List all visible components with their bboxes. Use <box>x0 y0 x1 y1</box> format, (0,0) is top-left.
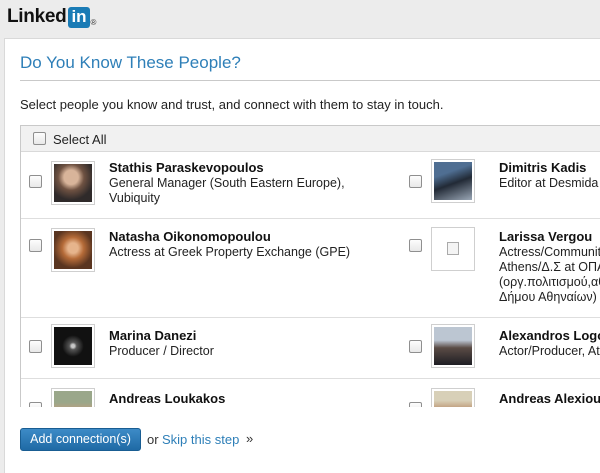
person-title-line: (οργ.πολιτισμού,αθ <box>499 275 600 289</box>
connect-panel: Do You Know These People? Select people … <box>4 38 600 473</box>
title-divider <box>20 80 600 81</box>
person-title-line: Actor/Producer, Ath <box>499 344 600 358</box>
person-card: Alexandros Logot Actor/Producer, Ath <box>401 319 600 378</box>
person-row: Natasha Oikonomopoulou Actress at Greek … <box>21 220 600 318</box>
profile-photo[interactable] <box>51 161 95 205</box>
person-checkbox[interactable] <box>409 340 422 353</box>
person-name[interactable]: Marina Danezi <box>109 328 196 343</box>
person-name[interactable]: Larissa Vergou <box>499 229 592 244</box>
person-title-line: Producer / Director <box>109 344 214 358</box>
person-name[interactable]: Alexandros Logot <box>499 328 600 343</box>
person-name[interactable]: Andreas Loukakos <box>109 391 225 406</box>
profile-photo[interactable] <box>431 227 475 271</box>
person-name[interactable]: Natasha Oikonomopoulou <box>109 229 271 244</box>
select-all-bar: Select All <box>21 126 600 152</box>
raquo-icon: » <box>246 431 254 446</box>
registered-mark: ® <box>90 17 97 27</box>
person-title-line: Δήμου Αθηναίων) <box>499 290 597 304</box>
profile-photo[interactable] <box>51 228 95 272</box>
page-title: Do You Know These People? <box>20 53 241 72</box>
logo-in-box: in <box>68 6 90 28</box>
person-row: Andreas Loukakos Andreas Alexiou <box>21 380 600 407</box>
select-all-checkbox[interactable] <box>33 132 46 145</box>
person-card: Dimitris Kadis Editor at Desmida <box>401 153 600 218</box>
person-card: Andreas Alexiou <box>401 380 600 407</box>
linkedin-logo[interactable]: Linked in ® <box>7 6 96 28</box>
or-text: or <box>147 432 159 447</box>
profile-photo[interactable] <box>51 324 95 368</box>
person-title-line: Actress at Greek Property Exchange (GPE) <box>109 245 351 259</box>
person-name[interactable]: Andreas Alexiou <box>499 391 600 406</box>
intro-text: Select people you know and trust, and co… <box>20 97 444 112</box>
profile-photo[interactable] <box>431 159 475 203</box>
person-card: Natasha Oikonomopoulou Actress at Greek … <box>21 220 401 317</box>
person-card: Larissa Vergou Actress/Community Athens/… <box>401 220 600 317</box>
person-title-line: General Manager (South Eastern Europe), <box>109 176 345 190</box>
person-card: Andreas Loukakos <box>21 380 401 407</box>
skip-step-link[interactable]: Skip this step <box>162 432 239 447</box>
person-card: Marina Danezi Producer / Director <box>21 319 401 378</box>
profile-photo[interactable] <box>51 388 95 407</box>
people-list[interactable]: Select All Stathis Paraskevopoulos Gener… <box>20 125 600 407</box>
profile-photo[interactable] <box>431 388 475 407</box>
person-name[interactable]: Stathis Paraskevopoulos <box>109 160 264 175</box>
person-title-line: Editor at Desmida <box>499 176 599 190</box>
person-checkbox[interactable] <box>409 239 422 252</box>
person-checkbox[interactable] <box>29 340 42 353</box>
person-row: Stathis Paraskevopoulos General Manager … <box>21 153 600 219</box>
logo-text: Linked <box>7 6 67 27</box>
person-title-line: Actress/Community <box>499 245 600 259</box>
person-checkbox[interactable] <box>409 402 422 407</box>
person-checkbox[interactable] <box>409 175 422 188</box>
profile-photo[interactable] <box>431 324 475 368</box>
add-connections-button[interactable]: Add connection(s) <box>20 428 141 451</box>
person-name[interactable]: Dimitris Kadis <box>499 160 586 175</box>
header: Linked in ® <box>0 0 600 36</box>
person-title-line: Vubiquity <box>109 191 160 205</box>
person-title-line: Athens/Δ.Σ at ΟΠΑ <box>499 260 600 274</box>
person-row: Marina Danezi Producer / Director Alexan… <box>21 319 600 379</box>
person-card: Stathis Paraskevopoulos General Manager … <box>21 153 401 218</box>
person-checkbox[interactable] <box>29 402 42 407</box>
broken-image-icon <box>447 242 459 255</box>
person-checkbox[interactable] <box>29 239 42 252</box>
person-checkbox[interactable] <box>29 175 42 188</box>
select-all-label[interactable]: Select All <box>53 132 106 147</box>
